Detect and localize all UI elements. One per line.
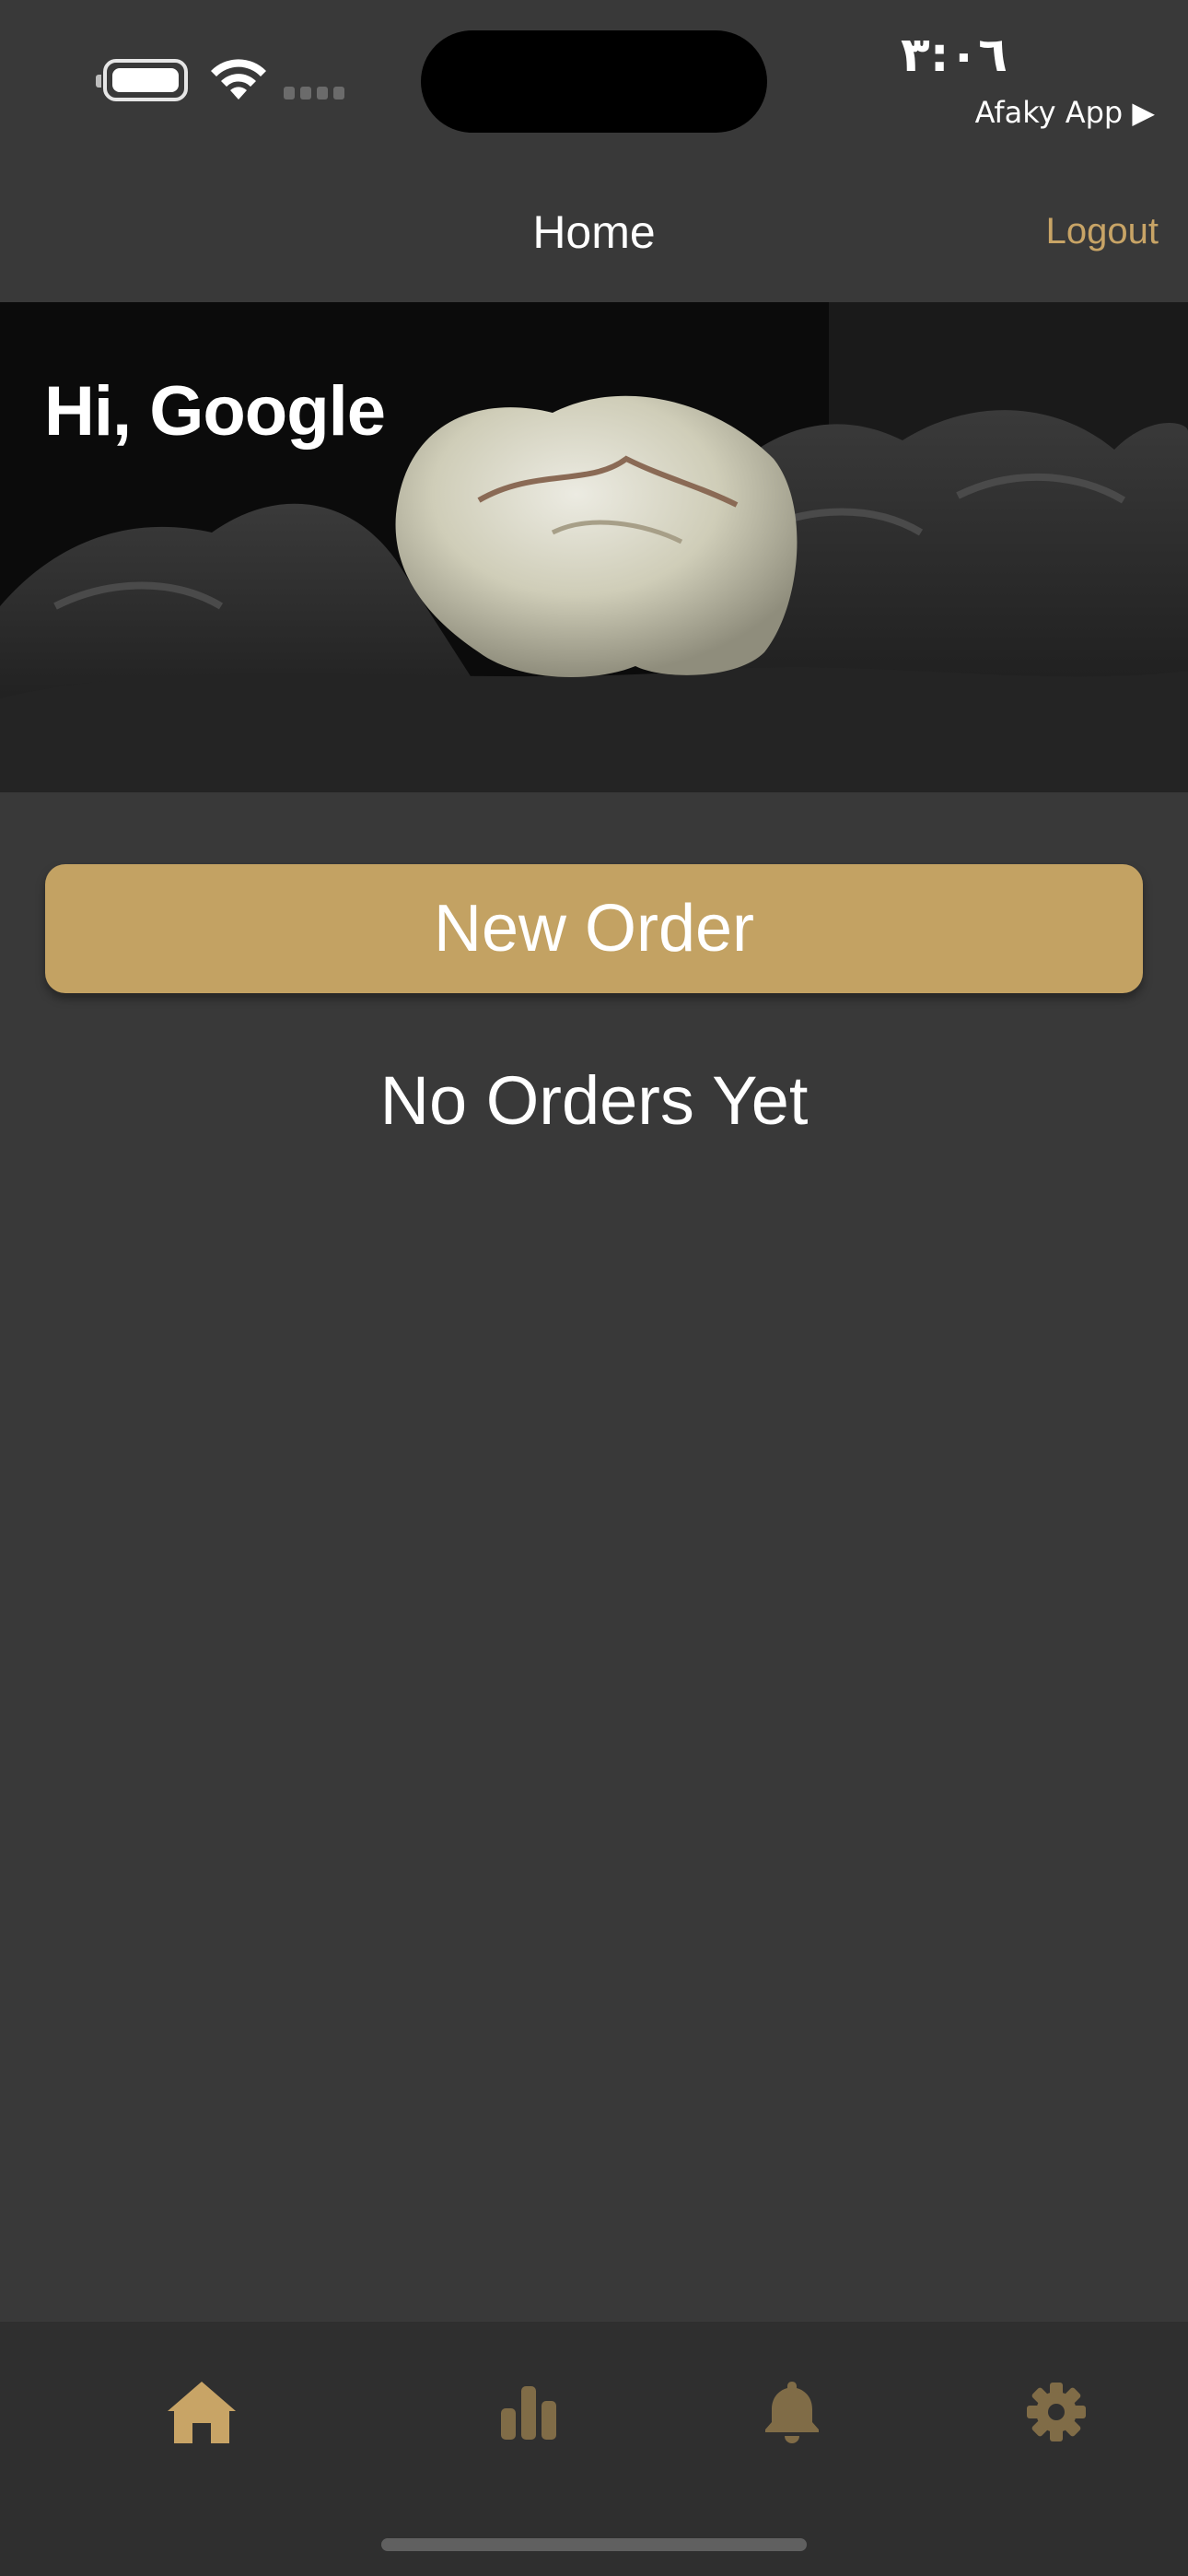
greeting-text: Hi, Google (44, 372, 386, 451)
empty-orders-message: No Orders Yet (379, 1062, 809, 1139)
tab-notifications[interactable] (737, 2357, 847, 2467)
gear-icon (1027, 2383, 1086, 2441)
home-icon (168, 2382, 236, 2443)
back-to-app-link[interactable]: Afaky App ▶ (975, 95, 1155, 130)
navigation-bar: Home Logout (0, 152, 1188, 302)
tab-home[interactable] (146, 2357, 257, 2467)
battery-icon (96, 59, 188, 101)
cellular-signal-icon (284, 87, 344, 100)
logout-button[interactable]: Logout (1046, 211, 1159, 252)
bell-icon (765, 2382, 819, 2443)
dynamic-island (421, 30, 767, 133)
wifi-icon (211, 59, 266, 100)
status-bar: ٣:٠٦ Afaky App ▶ (0, 0, 1188, 152)
home-indicator (381, 2538, 807, 2551)
page-title: Home (532, 206, 656, 258)
tab-settings[interactable] (1001, 2357, 1112, 2467)
status-time: ٣:٠٦ (900, 28, 1007, 83)
hero-banner: Hi, Google (0, 302, 1188, 792)
tab-stats[interactable] (473, 2357, 584, 2467)
new-order-button[interactable]: New Order (45, 864, 1143, 993)
bar-chart-icon (501, 2386, 556, 2440)
